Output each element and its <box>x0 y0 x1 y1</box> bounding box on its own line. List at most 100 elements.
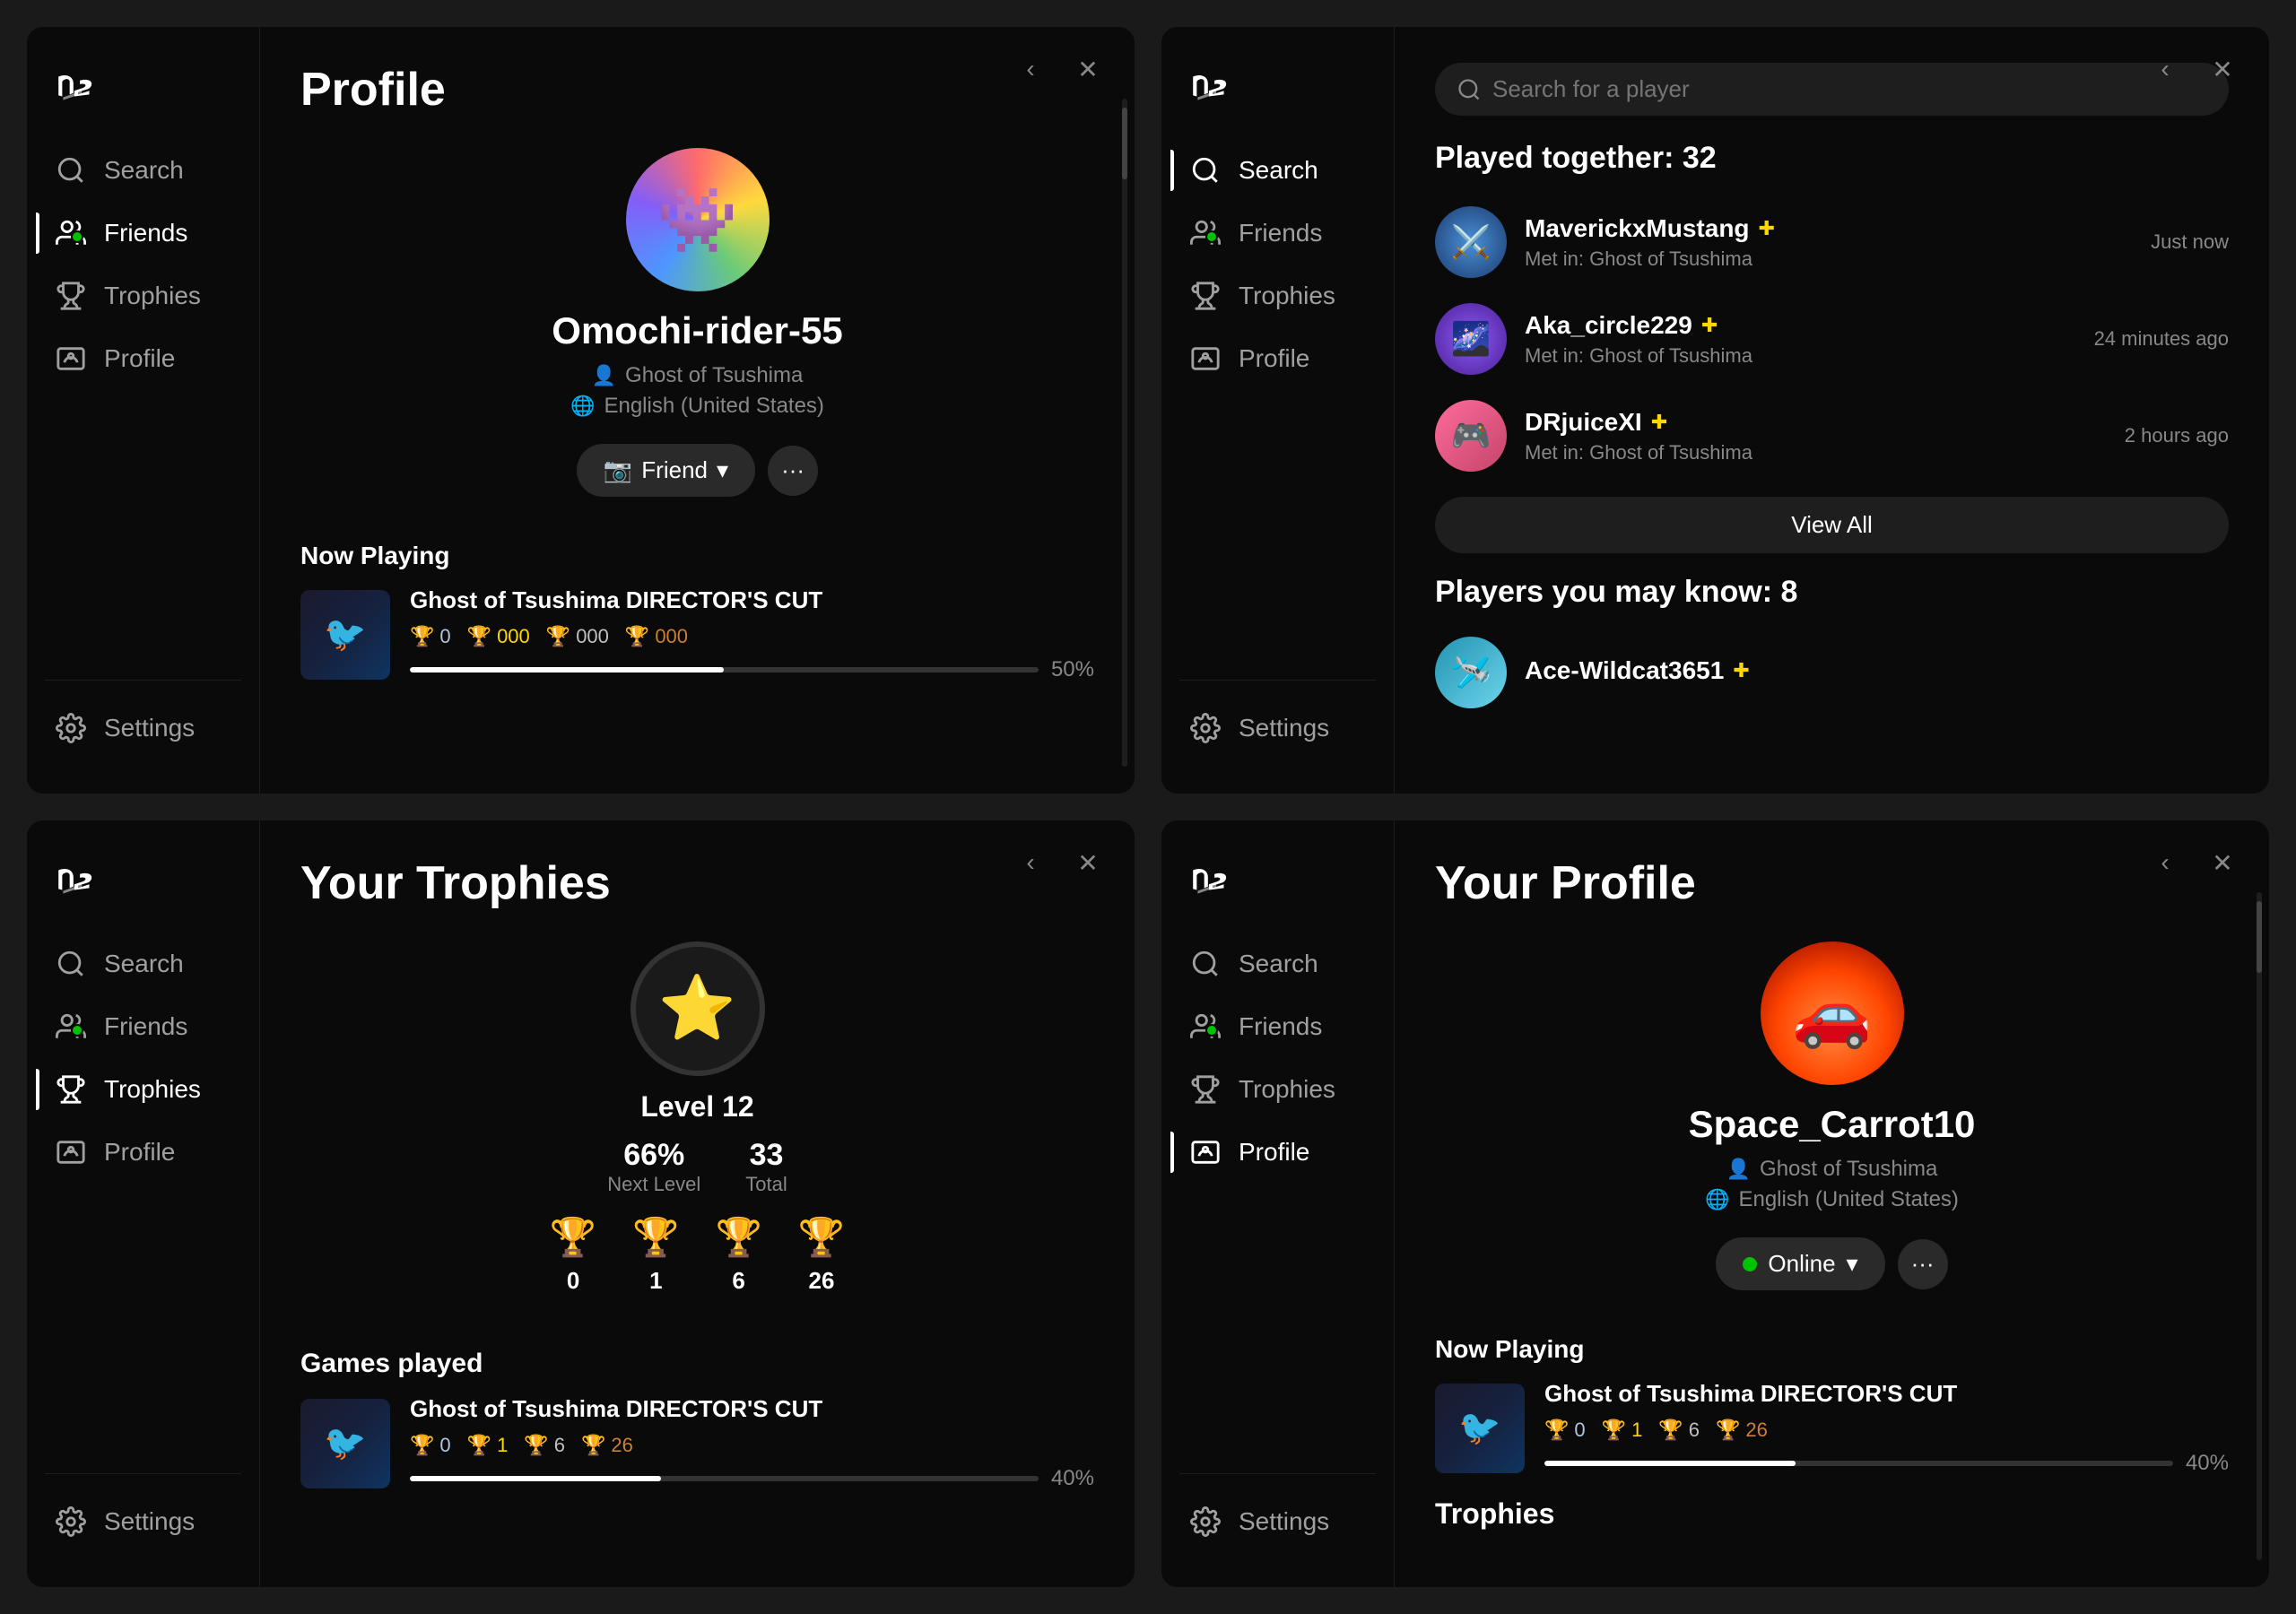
sidebar-item-settings-tr[interactable]: Settings <box>1170 699 1385 758</box>
close-button-tr[interactable]: ✕ <box>2203 49 2242 89</box>
scrollbar-thumb[interactable] <box>1122 108 1127 179</box>
player-search-input[interactable] <box>1492 75 2207 103</box>
game-thumbnail-br: 🐦 <box>1435 1384 1525 1473</box>
ps-plus-icon-ace: ✚ <box>1733 659 1749 682</box>
panel-bottom-right: Search Friends Trophies Profile <box>1161 820 2269 1587</box>
game-thumbnail: 🐦 <box>300 590 390 680</box>
ps-logo-area-bl <box>27 856 259 934</box>
panel-header-buttons: ‹ ✕ <box>1011 49 1108 89</box>
back-button[interactable]: ‹ <box>1011 49 1050 89</box>
sidebar-item-profile-tl[interactable]: Profile <box>36 329 250 388</box>
friend-button[interactable]: 📷 Friend ▾ <box>577 444 755 497</box>
trophy-gold-bl: 🏆 1 <box>467 1434 509 1457</box>
back-button-bl[interactable]: ‹ <box>1011 843 1050 882</box>
profile-icon-tr <box>1188 342 1222 376</box>
playstation-logo-icon-tr <box>1188 63 1235 109</box>
sidebar-item-friends-tr[interactable]: Friends <box>1170 204 1385 263</box>
trophies-label-br: Trophies <box>1239 1075 1335 1104</box>
close-button-br[interactable]: ✕ <box>2203 843 2242 882</box>
trophy-bronze-bl: 🏆 26 <box>581 1434 633 1457</box>
friends-dot-tr <box>1205 230 1218 243</box>
search-icon <box>54 153 88 187</box>
played-together-header: Played together: 32 <box>1435 141 2229 176</box>
player-search-bar[interactable] <box>1435 63 2229 116</box>
trophy-icon-br <box>1188 1072 1222 1106</box>
more-options-button-br[interactable]: ··· <box>1898 1239 1948 1289</box>
platinum-num: 0 <box>567 1267 579 1295</box>
sidebar-item-trophies-tr[interactable]: Trophies <box>1170 266 1385 325</box>
trophies-section-title-br: Trophies <box>1435 1497 2229 1531</box>
sidebar-item-search-br[interactable]: Search <box>1170 934 1385 994</box>
back-button-tr[interactable]: ‹ <box>2145 49 2185 89</box>
sidebar-bottom-left: Search Friends Trophies Profile <box>27 820 260 1587</box>
sidebar-item-search-tl[interactable]: Search <box>36 141 250 200</box>
close-button[interactable]: ✕ <box>1068 49 1108 89</box>
sidebar-item-settings-bl[interactable]: Settings <box>36 1492 250 1551</box>
profile-label-tr: Profile <box>1239 344 1309 373</box>
page-title-bl: Your Trophies <box>300 856 1094 910</box>
friend-button-label: Friend <box>641 456 708 484</box>
trophy-counts-row: 🏆 0 🏆 1 🏆 6 🏆 26 <box>550 1216 845 1295</box>
sidebar-nav-bl: Search Friends Trophies Profile <box>27 934 259 1464</box>
friends-label-tr: Friends <box>1239 219 1322 247</box>
progress-bar-container-br: 40% <box>1544 1451 2229 1476</box>
sidebar-nav-top-left: Search Friends Trophies Profile <box>27 141 259 671</box>
scrollbar-track[interactable] <box>1122 99 1127 767</box>
panel-top-left: Search Friends Trophies Profile <box>27 27 1135 794</box>
trophy-level-icon: ⭐ <box>631 941 765 1076</box>
settings-icon-bl <box>54 1505 88 1539</box>
level-label: Level 12 <box>640 1090 753 1124</box>
friend-item-3: 🎮 DRjuiceXI ✚ Met in: Ghost of Tsushima … <box>1435 387 2229 484</box>
sidebar-item-settings-br[interactable]: Settings <box>1170 1492 1385 1551</box>
back-button-br[interactable]: ‹ <box>2145 843 2185 882</box>
ps-logo-area-tr <box>1161 63 1394 141</box>
platinum-icon: 🏆 <box>550 1216 596 1260</box>
friends-label-br: Friends <box>1239 1012 1322 1041</box>
sidebar-item-friends-bl[interactable]: Friends <box>36 997 250 1056</box>
progress-bar-br <box>1544 1461 2173 1466</box>
action-buttons-br: Online ▾ ··· <box>1716 1237 1947 1290</box>
progress-fill-bl <box>410 1476 661 1481</box>
language-icon-br: 🌐 <box>1705 1188 1729 1211</box>
friend-name-1: MaverickxMustang <box>1525 214 1750 243</box>
sidebar-item-settings[interactable]: Settings <box>36 699 250 758</box>
close-button-bl[interactable]: ✕ <box>1068 843 1108 882</box>
progress-label-br: 40% <box>2186 1451 2229 1476</box>
sidebar-divider <box>45 680 241 681</box>
gold-count: 🏆 1 <box>632 1216 679 1295</box>
level-stats: 66% Next Level 33 Total <box>607 1138 787 1196</box>
settings-icon-br <box>1188 1505 1222 1539</box>
scrollbar-thumb-br[interactable] <box>2257 901 2262 973</box>
sidebar-item-friends-br[interactable]: Friends <box>1170 997 1385 1056</box>
scrollbar-track-br[interactable] <box>2257 892 2262 1560</box>
more-options-button[interactable]: ··· <box>768 446 818 496</box>
view-all-button[interactable]: View All <box>1435 497 2229 553</box>
trophies-content: ‹ ✕ Your Trophies ⭐ Level 12 66% Next Le… <box>260 820 1135 1587</box>
sidebar-item-profile-tr[interactable]: Profile <box>1170 329 1385 388</box>
sidebar-item-trophies-tl[interactable]: Trophies <box>36 266 250 325</box>
page-title: Profile <box>300 63 1094 117</box>
avatar-img-2: 🌌 <box>1451 320 1492 358</box>
sidebar-item-search-bl[interactable]: Search <box>36 934 250 994</box>
time-ago-1: Just now <box>2151 230 2229 254</box>
sidebar-item-search-tr[interactable]: Search <box>1170 141 1385 200</box>
friend-name-row-1: MaverickxMustang ✚ <box>1525 214 2133 243</box>
time-ago-2: 24 minutes ago <box>2094 327 2229 351</box>
sidebar-item-friends-tl[interactable]: Friends <box>36 204 250 263</box>
next-level-label: Next Level <box>607 1173 700 1196</box>
friend-avatar-2: 🌌 <box>1435 303 1507 375</box>
sidebar-item-trophies-br[interactable]: Trophies <box>1170 1060 1385 1119</box>
online-status-button[interactable]: Online ▾ <box>1716 1237 1884 1290</box>
sidebar-item-profile-br[interactable]: Profile <box>1170 1123 1385 1182</box>
sidebar-item-profile-bl[interactable]: Profile <box>36 1123 250 1182</box>
friend-name-row-2: Aka_circle229 ✚ <box>1525 311 2076 340</box>
game-label: Ghost of Tsushima <box>625 363 803 388</box>
gold-num: 1 <box>649 1267 662 1295</box>
game-title-br: Ghost of Tsushima DIRECTOR'S CUT <box>1544 1380 2229 1408</box>
search-label-br: Search <box>1239 950 1318 978</box>
trophies-label-bl: Trophies <box>104 1075 201 1104</box>
sidebar-item-trophies-bl[interactable]: Trophies <box>36 1060 250 1119</box>
profile-icon <box>54 342 88 376</box>
search-icon-br <box>1188 947 1222 981</box>
avatar-img-1: ⚔️ <box>1451 223 1492 261</box>
